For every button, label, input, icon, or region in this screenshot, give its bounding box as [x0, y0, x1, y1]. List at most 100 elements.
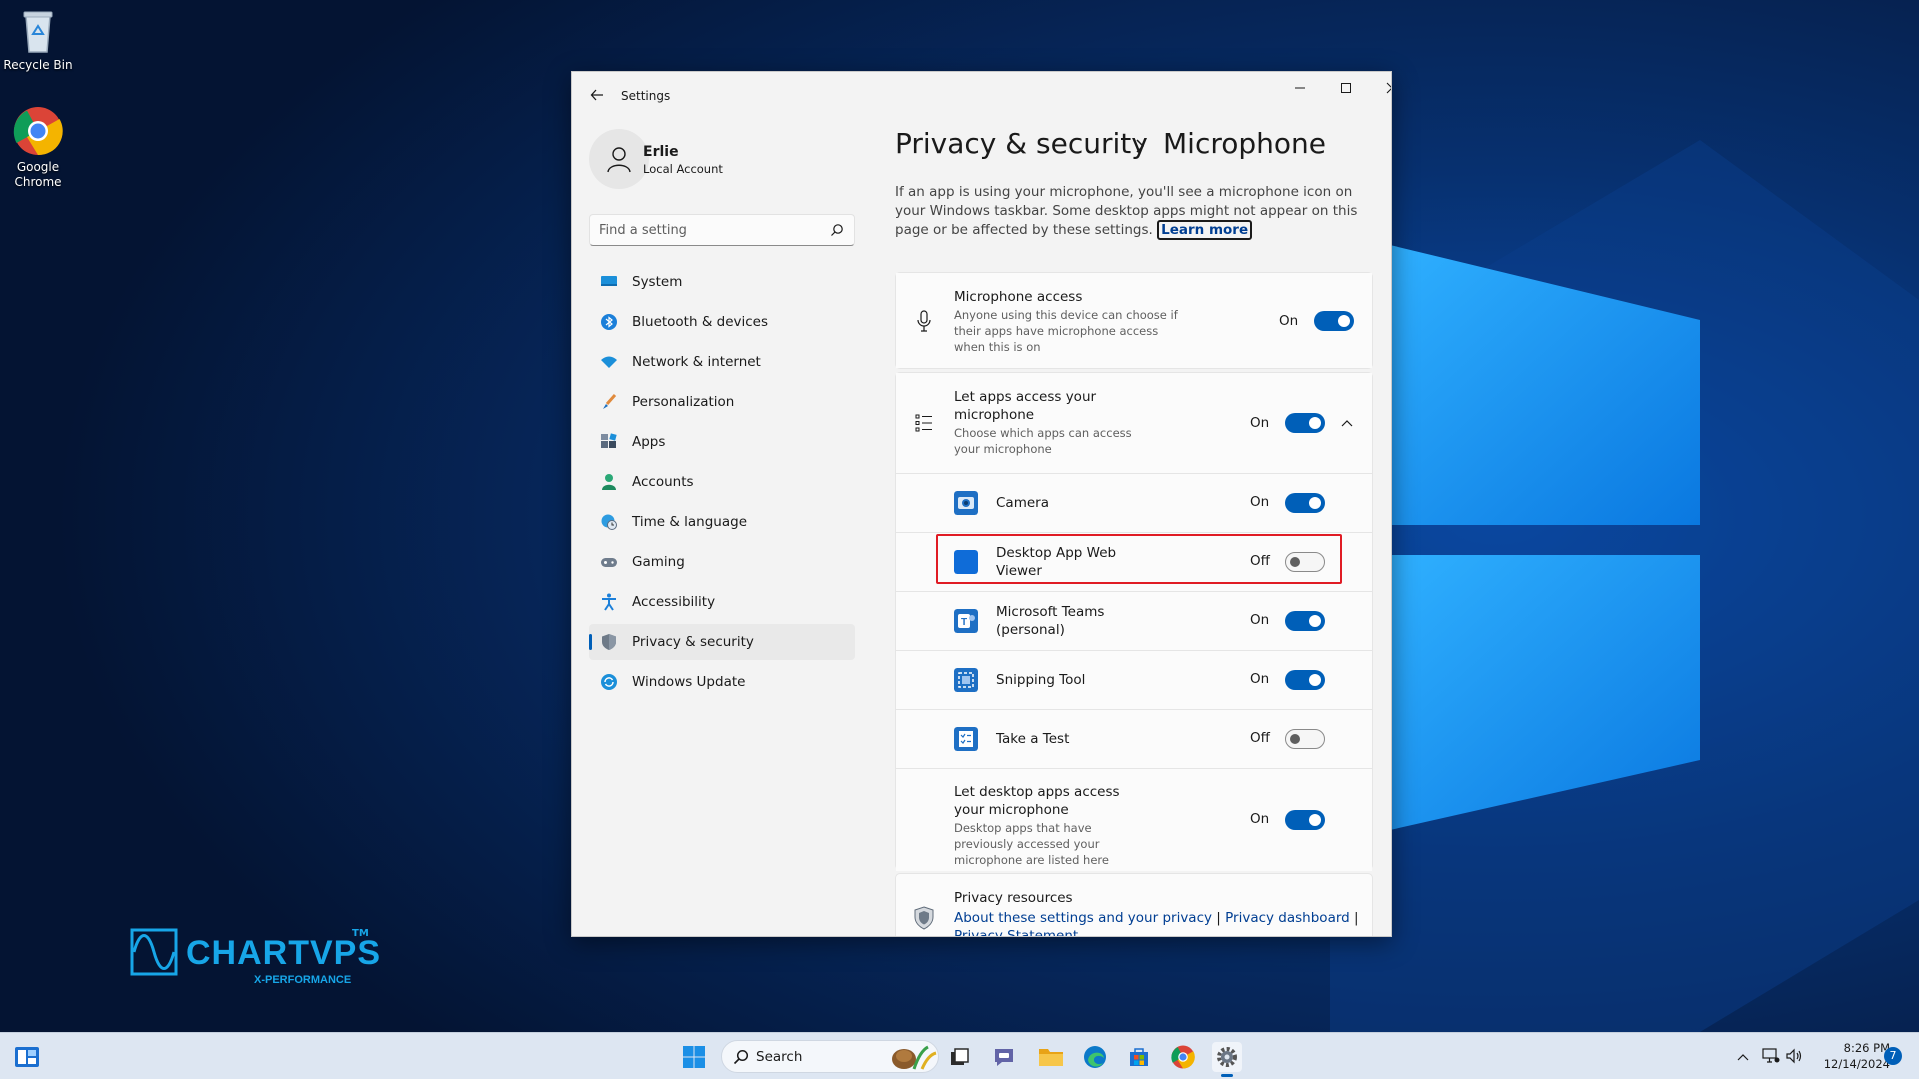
chevron-up-icon[interactable] [1737, 1053, 1749, 1061]
minimize-button[interactable] [1277, 72, 1323, 104]
brush-icon [603, 394, 617, 409]
back-arrow-icon [590, 89, 603, 101]
chrome-icon [13, 107, 63, 156]
search-input[interactable] [599, 221, 819, 239]
page-description: If an app is using your microphone, you'… [895, 183, 1375, 240]
sidebar-item-label: System [632, 274, 683, 290]
microsoft-store-button[interactable] [1124, 1042, 1154, 1072]
learn-more-link[interactable]: Learn more [1157, 220, 1253, 240]
sidebar-item-accounts[interactable]: Accounts [589, 464, 855, 500]
brand-trademark: TM [352, 928, 369, 939]
microphone-access-toggle[interactable] [1314, 311, 1354, 331]
taskbar-search-label: Search [756, 1049, 803, 1065]
sidebar-item-gaming[interactable]: Gaming [589, 544, 855, 580]
task-view-button[interactable] [945, 1042, 975, 1072]
privacy-resources-card: Privacy resources About these settings a… [895, 873, 1373, 936]
sidebar-item-personalization[interactable]: Personalization [589, 384, 855, 420]
app-row-take-a-test[interactable]: Take a Test Off [896, 709, 1372, 768]
update-icon [601, 674, 617, 690]
user-name: Erlie [643, 144, 679, 160]
sidebar-item-apps[interactable]: Apps [589, 424, 855, 460]
chat-icon [995, 1049, 1013, 1066]
clock-time: 8:26 PM [1843, 1041, 1890, 1055]
maximize-icon [1341, 83, 1351, 93]
recycle-bin-icon [23, 11, 53, 53]
title-bar[interactable]: Settings [572, 72, 1391, 120]
desktop-apps-access-row[interactable]: Let desktop apps access your microphone … [896, 768, 1372, 871]
chrome-taskbar-button[interactable] [1168, 1042, 1198, 1072]
gear-icon [1217, 1047, 1237, 1067]
sidebar-item-privacy-security[interactable]: Privacy & security [589, 624, 855, 660]
desktop-icon-recycle-bin[interactable]: Recycle Bin [0, 8, 76, 73]
settings-taskbar-button[interactable] [1212, 1042, 1242, 1077]
list-icon [915, 414, 932, 432]
let-apps-access-row[interactable]: Let apps access your microphone Choose w… [896, 373, 1372, 473]
app-access-card: Let apps access your microphone Choose w… [895, 372, 1373, 871]
window-title: Settings [621, 89, 671, 103]
back-button[interactable] [586, 84, 608, 106]
monitor-icon [601, 276, 617, 286]
app-row-microsoft-teams[interactable]: T Microsoft Teams (personal) On [896, 591, 1372, 650]
sidebar-nav: System Bluetooth & devices Network & int… [589, 264, 855, 704]
notification-badge[interactable]: 7 [1884, 1047, 1902, 1065]
chevron-up-icon[interactable] [1341, 419, 1353, 427]
let-apps-access-toggle[interactable] [1285, 413, 1325, 433]
take-a-test-toggle[interactable] [1285, 729, 1325, 749]
sidebar-item-accessibility[interactable]: Accessibility [589, 584, 855, 620]
let-apps-access-state: On [1250, 415, 1270, 431]
brand-tagline: X-PERFORMANCE [254, 974, 352, 986]
sidebar-item-time-language[interactable]: Time & language [589, 504, 855, 540]
search-icon[interactable] [830, 223, 844, 237]
app-row-snipping-tool[interactable]: Snipping Tool On [896, 650, 1372, 709]
desktop-app-web-viewer-toggle[interactable] [1285, 552, 1325, 572]
desktop-apps-access-toggle[interactable] [1285, 810, 1325, 830]
person-icon [602, 474, 616, 490]
sidebar-item-label: Accounts [632, 474, 694, 490]
breadcrumb-parent[interactable]: Privacy & security [895, 127, 1148, 160]
taskbar-search[interactable]: Search [721, 1040, 939, 1073]
network-icon[interactable] [1762, 1048, 1780, 1064]
gamepad-icon [601, 558, 617, 567]
sidebar-item-label: Accessibility [632, 594, 716, 610]
desktop-apps-access-title: Let desktop apps access your microphone [954, 784, 1120, 818]
microphone-access-card: Microphone access Anyone using this devi… [895, 272, 1373, 369]
about-settings-link[interactable]: About these settings and your privacy [954, 910, 1212, 926]
clock[interactable]: 8:26 PM 12/14/2024 [1800, 1040, 1890, 1072]
avatar [589, 129, 649, 189]
file-explorer-button[interactable] [1036, 1042, 1066, 1072]
sidebar-item-network[interactable]: Network & internet [589, 344, 855, 380]
user-account-type: Local Account [643, 162, 723, 176]
privacy-dashboard-link[interactable]: Privacy dashboard [1225, 910, 1350, 926]
person-icon [607, 147, 631, 173]
snipping-tool-toggle[interactable] [1285, 670, 1325, 690]
app-state: On [1250, 671, 1270, 687]
take-a-test-icon [954, 727, 978, 751]
teams-icon: T [954, 609, 978, 633]
maximize-button[interactable] [1323, 72, 1369, 104]
start-button[interactable] [679, 1042, 709, 1072]
camera-toggle[interactable] [1285, 493, 1325, 513]
privacy-statement-link[interactable]: Privacy Statement [954, 928, 1359, 936]
privacy-resources-links: About these settings and your privacy | … [954, 910, 1359, 936]
app-name: Camera [996, 495, 1049, 511]
app-row-desktop-app-web-viewer[interactable]: Desktop App Web Viewer Off [896, 532, 1372, 591]
app-name: Take a Test [996, 731, 1070, 747]
sidebar-item-windows-update[interactable]: Windows Update [589, 664, 855, 700]
settings-search[interactable] [589, 214, 855, 246]
sidebar-item-bluetooth[interactable]: Bluetooth & devices [589, 304, 855, 340]
microphone-access-row[interactable]: Microphone access Anyone using this devi… [896, 273, 1372, 368]
close-button[interactable] [1369, 72, 1391, 104]
microsoft-teams-toggle[interactable] [1285, 611, 1325, 631]
link-separator: | [1354, 910, 1359, 926]
edge-button[interactable] [1080, 1042, 1110, 1072]
link-separator: | [1216, 910, 1226, 926]
waveform-logo-icon [130, 928, 178, 976]
app-row-camera[interactable]: Camera On [896, 473, 1372, 532]
privacy-resources-title: Privacy resources [954, 890, 1073, 906]
teams-chat-button[interactable] [989, 1042, 1019, 1072]
sidebar-item-label: Personalization [632, 394, 735, 410]
widgets-button[interactable] [12, 1042, 42, 1072]
desktop-icon-google-chrome[interactable]: Google Chrome [0, 106, 76, 190]
sidebar-item-system[interactable]: System [589, 264, 855, 300]
folder-icon [1039, 1049, 1063, 1066]
